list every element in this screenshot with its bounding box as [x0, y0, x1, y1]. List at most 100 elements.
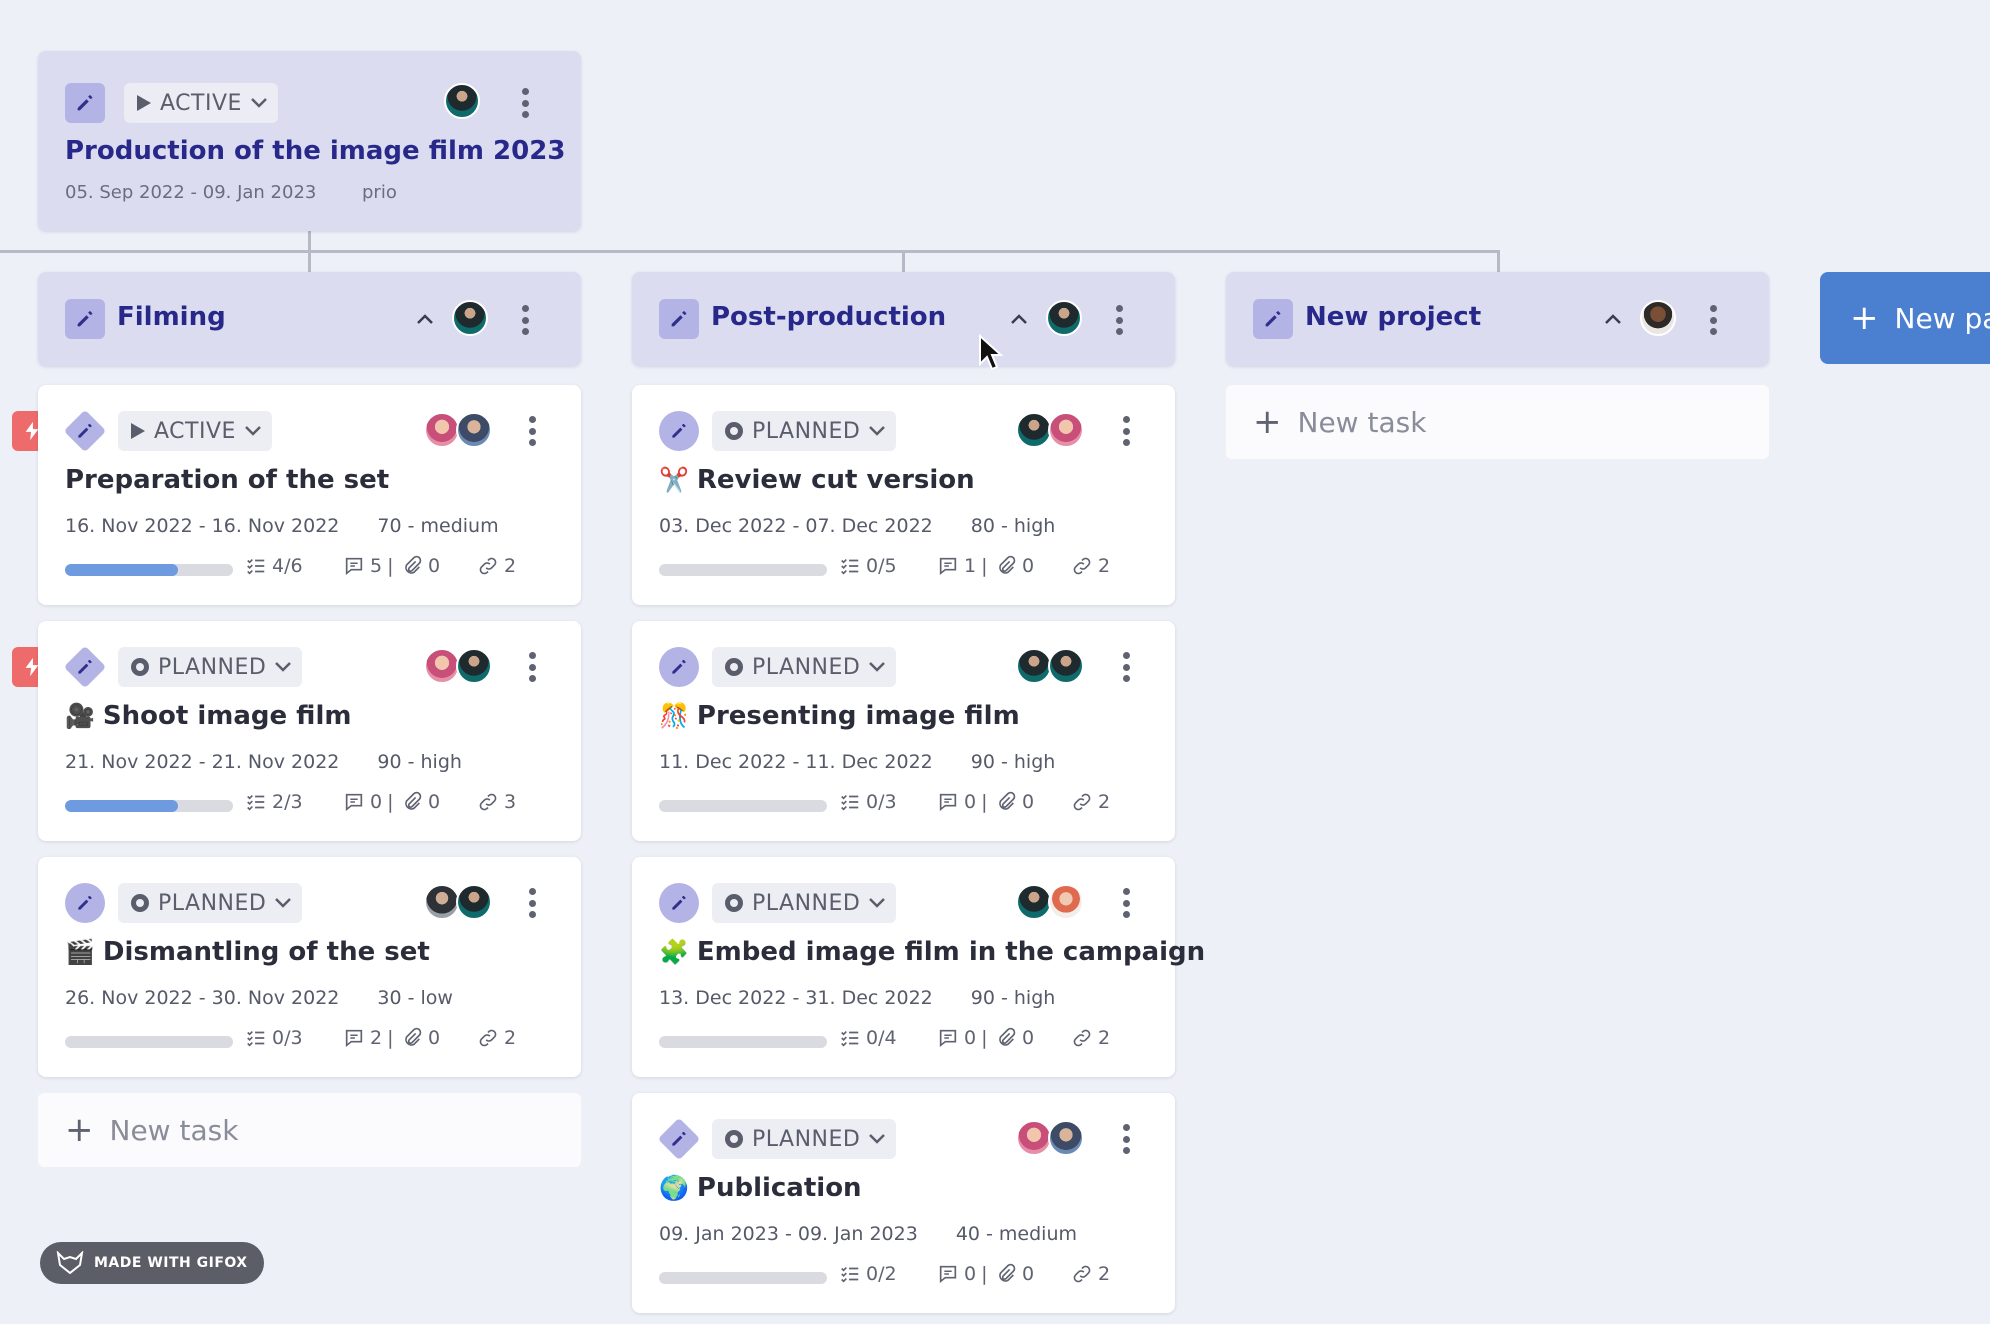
more-options-icon[interactable]: [527, 652, 537, 682]
more-options-icon[interactable]: [1114, 305, 1124, 335]
task-card[interactable]: PLANNED 🌍 Publication 09. Jan 2023 - 09. …: [632, 1093, 1175, 1313]
comments-count[interactable]: 1 |: [937, 555, 988, 577]
avatar[interactable]: [456, 648, 492, 684]
phase-header-new-project[interactable]: New project: [1226, 272, 1769, 366]
status-dropdown[interactable]: PLANNED: [118, 883, 303, 923]
comments-count[interactable]: 0 |: [937, 791, 988, 813]
links-count[interactable]: 2: [477, 555, 516, 577]
edit-icon[interactable]: [659, 1119, 699, 1159]
new-task-button[interactable]: + New task: [38, 1093, 581, 1167]
task-card[interactable]: PLANNED ✂️ Review cut version 03. Dec 202…: [632, 385, 1175, 605]
comments-count[interactable]: 0 |: [343, 791, 394, 813]
checklist-count[interactable]: 2/3: [245, 791, 303, 813]
new-phase-button[interactable]: + New pa: [1820, 272, 1990, 364]
avatar[interactable]: [452, 300, 488, 336]
more-options-icon[interactable]: [1708, 305, 1718, 335]
status-dropdown[interactable]: PLANNED: [712, 883, 897, 923]
status-dropdown[interactable]: ACTIVE: [118, 411, 272, 451]
comments-count[interactable]: 5 |: [343, 555, 394, 577]
checklist-count[interactable]: 0/2: [839, 1263, 897, 1285]
avatar[interactable]: [1016, 884, 1052, 920]
collapse-icon[interactable]: [1604, 313, 1622, 325]
attachments-count[interactable]: 0: [995, 1027, 1034, 1049]
checklist-count[interactable]: 0/3: [839, 791, 897, 813]
edit-icon[interactable]: [65, 647, 105, 687]
task-card[interactable]: PLANNED 🧩 Embed image film in the campaig…: [632, 857, 1205, 1077]
status-dropdown[interactable]: PLANNED: [712, 411, 897, 451]
edit-icon[interactable]: [659, 299, 699, 339]
edit-icon[interactable]: [659, 883, 699, 923]
more-options-icon[interactable]: [1121, 652, 1131, 682]
comments-count[interactable]: 2 |: [343, 1027, 394, 1049]
chevron-down-icon: [275, 662, 292, 672]
task-card[interactable]: ACTIVE Preparation of the set 16. Nov 20…: [38, 385, 581, 605]
avatar[interactable]: [1640, 300, 1676, 336]
comments-count[interactable]: 0 |: [937, 1027, 988, 1049]
links-count[interactable]: 2: [477, 1027, 516, 1049]
avatar[interactable]: [444, 83, 480, 119]
avatar[interactable]: [456, 884, 492, 920]
avatar[interactable]: [1016, 412, 1052, 448]
chevron-down-icon: [245, 426, 261, 436]
status-dropdown[interactable]: PLANNED: [712, 647, 897, 687]
project-card[interactable]: ACTIVE Production of the image film 2023…: [38, 51, 581, 231]
project-title[interactable]: Production of the image film 2023: [65, 136, 565, 166]
links-count[interactable]: 2: [1071, 791, 1110, 813]
attachments-count[interactable]: 0: [401, 555, 440, 577]
task-card[interactable]: PLANNED 🎥 Shoot image film 21. Nov 2022 -…: [38, 621, 581, 841]
more-options-icon[interactable]: [520, 305, 530, 335]
links-count[interactable]: 2: [1071, 1263, 1110, 1285]
avatar[interactable]: [424, 884, 460, 920]
status-dropdown[interactable]: PLANNED: [118, 647, 303, 687]
edit-icon[interactable]: [65, 299, 105, 339]
attachments-count[interactable]: 0: [401, 1027, 440, 1049]
checklist-count[interactable]: 0/4: [839, 1027, 897, 1049]
avatar[interactable]: [424, 412, 460, 448]
status-dropdown[interactable]: PLANNED: [712, 1119, 897, 1159]
new-task-button[interactable]: + New task: [1226, 385, 1769, 459]
checklist-count[interactable]: 4/6: [245, 555, 303, 577]
avatar[interactable]: [1048, 884, 1084, 920]
collapse-icon[interactable]: [416, 313, 434, 325]
edit-icon[interactable]: [65, 411, 105, 451]
task-title-text: Preparation of the set: [65, 465, 390, 495]
checklist-count[interactable]: 0/5: [839, 555, 897, 577]
more-options-icon[interactable]: [527, 416, 537, 446]
avatar[interactable]: [424, 648, 460, 684]
more-options-icon[interactable]: [1121, 416, 1131, 446]
edit-icon[interactable]: [65, 883, 105, 923]
edit-icon[interactable]: [65, 83, 105, 123]
attachments-value: 0: [428, 555, 441, 577]
avatar[interactable]: [1048, 412, 1084, 448]
attachments-count[interactable]: 0: [995, 1263, 1034, 1285]
status-dropdown[interactable]: ACTIVE: [124, 83, 278, 123]
attachments-count[interactable]: 0: [995, 555, 1034, 577]
avatar[interactable]: [1046, 300, 1082, 336]
more-options-icon[interactable]: [520, 88, 530, 118]
avatar[interactable]: [1016, 648, 1052, 684]
phase-header-post-production[interactable]: Post-production: [632, 272, 1175, 366]
more-options-icon[interactable]: [1121, 888, 1131, 918]
more-options-icon[interactable]: [1121, 1124, 1131, 1154]
links-count[interactable]: 2: [1071, 555, 1110, 577]
edit-icon[interactable]: [659, 647, 699, 687]
more-options-icon[interactable]: [527, 888, 537, 918]
edit-icon[interactable]: [659, 411, 699, 451]
task-meta: 03. Dec 2022 - 07. Dec 2022 80 - high: [659, 515, 1055, 537]
comments-count[interactable]: 0 |: [937, 1263, 988, 1285]
avatar[interactable]: [456, 412, 492, 448]
task-card[interactable]: PLANNED 🎬 Dismantling of the set 26. Nov …: [38, 857, 581, 1077]
links-count[interactable]: 3: [477, 791, 516, 813]
attachments-count[interactable]: 0: [995, 791, 1034, 813]
avatar[interactable]: [1048, 1120, 1084, 1156]
edit-icon[interactable]: [1253, 299, 1293, 339]
planned-icon: [724, 421, 744, 441]
phase-header-filming[interactable]: Filming: [38, 272, 581, 366]
avatar[interactable]: [1048, 648, 1084, 684]
links-count[interactable]: 2: [1071, 1027, 1110, 1049]
task-card[interactable]: PLANNED 🎊 Presenting image film 11. Dec 2…: [632, 621, 1175, 841]
avatar[interactable]: [1016, 1120, 1052, 1156]
collapse-icon[interactable]: [1010, 313, 1028, 325]
checklist-count[interactable]: 0/3: [245, 1027, 303, 1049]
attachments-count[interactable]: 0: [401, 791, 440, 813]
